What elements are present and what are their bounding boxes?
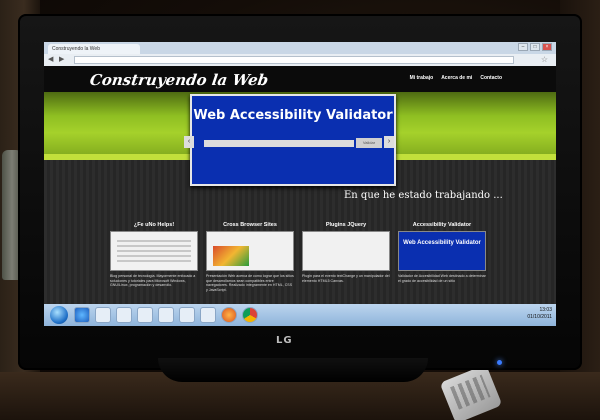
card-title: Cross Browser Sites [223, 222, 277, 228]
browser-tab[interactable]: Construyendo la Web [48, 44, 140, 54]
browser-tabbar: Construyendo la Web – □ × [44, 42, 556, 54]
nav-link-contacto[interactable]: Contacto [480, 75, 502, 81]
card-title: Accessibility Validator [412, 222, 472, 228]
card-thumbnail[interactable] [110, 231, 198, 271]
nav-link-mi-trabajo[interactable]: Mi trabajo [410, 75, 434, 81]
maximize-button[interactable]: □ [530, 43, 540, 51]
site-logo[interactable]: Construyendo la Web [89, 71, 270, 89]
nav-link-acerca[interactable]: Acerca de mi [441, 75, 472, 81]
featured-slide: Web Accessibility Validator Validar [190, 94, 396, 186]
project-card[interactable]: Cross Browser Sites Presentación Web ace… [206, 222, 294, 302]
featured-title: Web Accessibility Validator [193, 108, 393, 123]
project-card[interactable]: Accessibility Validator Web Accessibilit… [398, 222, 486, 302]
project-card[interactable]: ¿Fe uNo Helps! Blog personal de tecnolog… [110, 222, 198, 302]
card-thumbnail[interactable]: Web Accessibility Validator [398, 231, 486, 271]
system-tray-clock[interactable]: 13:03 01/10/2011 [527, 307, 552, 321]
explorer-icon[interactable] [95, 307, 111, 323]
app-icon[interactable] [200, 307, 216, 323]
tray-time: 13:03 [539, 307, 552, 313]
thumbnail-lines [117, 240, 191, 264]
url-input[interactable] [204, 140, 354, 147]
section-title: En que he estado trabajando ... [344, 190, 503, 201]
app-icon[interactable] [137, 307, 153, 323]
tray-date: 01/10/2011 [527, 314, 552, 320]
taskbar-icons [74, 307, 258, 323]
browser-toolbar: ◀ ▶ ☆ [44, 54, 556, 66]
app-icon[interactable] [158, 307, 174, 323]
tv-brand-logo: LG [276, 335, 293, 346]
power-led-icon [497, 360, 502, 365]
tv-stand [158, 358, 428, 382]
thumbnail-graphic [213, 246, 249, 266]
window-controls: – □ × [518, 43, 552, 51]
slider-prev-arrow-icon[interactable]: ‹ [184, 136, 194, 148]
slider-next-arrow-icon[interactable]: › [384, 136, 394, 148]
card-description: Blog personal de tecnología. Mayormente … [110, 274, 196, 288]
card-thumbnail[interactable] [206, 231, 294, 271]
card-title: Plugins JQuery [325, 222, 367, 228]
thumbnail-title: Web Accessibility Validator [403, 240, 481, 246]
validate-button[interactable]: Validar [356, 138, 382, 148]
ie-icon[interactable] [74, 307, 90, 323]
tv-screen: Construyendo la Web – □ × ◀ ▶ ☆ Construy… [44, 42, 556, 326]
card-thumbnail[interactable] [302, 231, 390, 271]
chrome-icon[interactable] [242, 307, 258, 323]
minimize-button[interactable]: – [518, 43, 528, 51]
site-header: Construyendo la Web Mi trabajo Acerca de… [44, 66, 556, 92]
start-orb-icon[interactable] [50, 306, 68, 324]
firefox-icon[interactable] [221, 307, 237, 323]
forward-arrow-icon[interactable]: ▶ [59, 56, 67, 64]
taskbar: 13:03 01/10/2011 [44, 304, 556, 326]
project-card[interactable]: Plugins JQuery Plugin para el evento tex… [302, 222, 390, 302]
back-arrow-icon[interactable]: ◀ [48, 56, 56, 64]
card-description: Presentación Web acerca de como lograr q… [206, 274, 294, 292]
app-icon[interactable] [179, 307, 195, 323]
star-icon[interactable]: ☆ [541, 55, 548, 64]
site-nav: Mi trabajo Acerca de mi Contacto [410, 75, 502, 81]
address-bar[interactable] [74, 56, 514, 64]
website: Construyendo la Web Mi trabajo Acerca de… [44, 66, 556, 304]
project-cards: ¿Fe uNo Helps! Blog personal de tecnolog… [110, 222, 490, 302]
card-description: Plugin para el evento textChange y un ma… [302, 274, 390, 283]
close-button[interactable]: × [542, 43, 552, 51]
card-description: Validador de Accesibilidad Web destinado… [398, 274, 486, 283]
media-icon[interactable] [116, 307, 132, 323]
card-title: ¿Fe uNo Helps! [133, 222, 175, 228]
